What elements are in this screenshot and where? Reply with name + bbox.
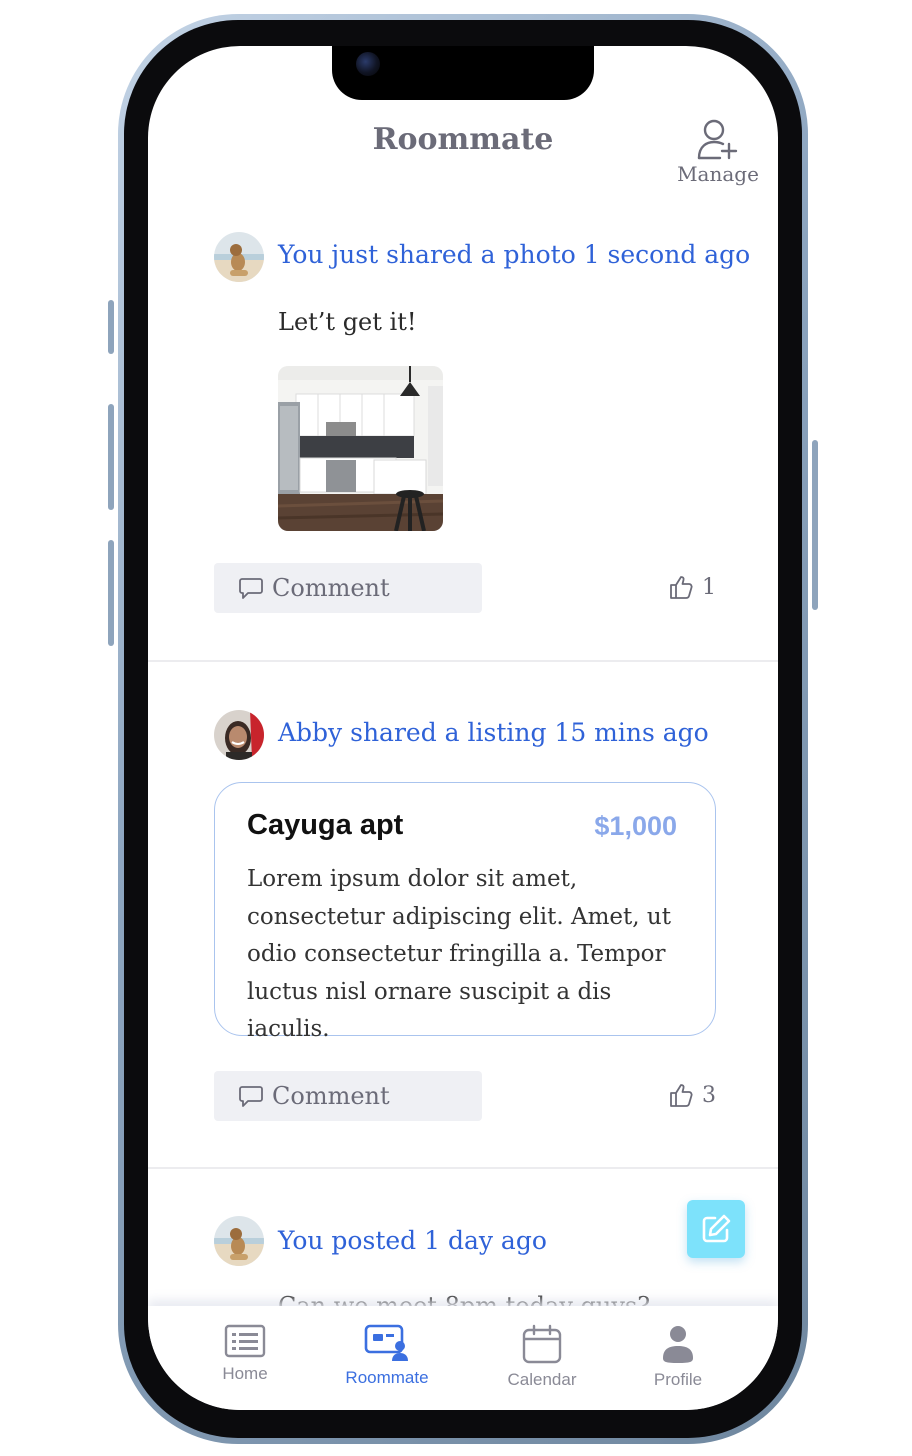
avatar-dog-photo-icon [214, 1216, 264, 1266]
roommate-icon [364, 1324, 408, 1361]
manage-button[interactable]: Manage [676, 118, 760, 186]
app-screen: Roommate Manage You just shared a photo … [148, 46, 778, 1410]
post-text: Let’t get it! [278, 308, 417, 336]
comment-button[interactable]: Comment [214, 563, 482, 613]
comment-label: Comment [272, 1082, 390, 1110]
post-headline[interactable]: You just shared a photo 1 second ago [278, 240, 750, 269]
divider [148, 660, 778, 662]
tab-calendar[interactable]: Calendar [482, 1324, 602, 1390]
mute-switch [108, 300, 114, 354]
divider [148, 1167, 778, 1169]
compose-button[interactable] [687, 1200, 745, 1258]
listing-price: $1,000 [594, 811, 677, 841]
profile-icon [663, 1326, 693, 1363]
list-icon [224, 1324, 266, 1358]
listing-title: Cayuga apt [247, 809, 404, 841]
power-button [812, 440, 818, 610]
manage-label: Manage [677, 162, 759, 186]
comment-icon [239, 578, 263, 599]
calendar-icon [522, 1324, 562, 1364]
avatar[interactable] [214, 232, 264, 282]
volume-down-button [108, 540, 114, 646]
like-button[interactable]: 1 [668, 574, 716, 600]
tab-profile[interactable]: Profile [618, 1324, 738, 1390]
tab-home[interactable]: Home [185, 1324, 305, 1384]
front-camera [356, 52, 380, 76]
like-count: 3 [702, 1082, 716, 1108]
tab-label: Calendar [507, 1370, 577, 1389]
avatar-woman-photo-icon [214, 710, 264, 760]
like-count: 1 [702, 574, 716, 600]
avatar-dog-photo-icon [214, 232, 264, 282]
shared-photo[interactable] [278, 366, 443, 531]
listing-card[interactable]: Cayuga apt $1,000 Lorem ipsum dolor sit … [214, 782, 716, 1042]
avatar[interactable] [214, 710, 264, 760]
kitchen-photo-icon [278, 366, 443, 531]
thumbs-up-icon [670, 576, 693, 599]
tab-label: Home [222, 1364, 268, 1383]
bottom-tab-bar: Home Roommate Calendar Profile [148, 1306, 778, 1410]
comment-button[interactable]: Comment [214, 1071, 482, 1121]
tab-label: Profile [653, 1370, 703, 1389]
add-user-icon [697, 119, 738, 160]
avatar[interactable] [214, 1216, 264, 1266]
post-headline[interactable]: Abby shared a listing 15 mins ago [278, 718, 709, 747]
like-button[interactable]: 3 [668, 1082, 716, 1108]
tab-label: Roommate [345, 1368, 429, 1387]
volume-up-button [108, 404, 114, 510]
listing-description: Lorem ipsum dolor sit amet, consectetur … [247, 866, 671, 1042]
comment-label: Comment [272, 574, 390, 602]
thumbs-up-icon [670, 1084, 693, 1107]
comment-icon [239, 1086, 263, 1107]
notch [332, 46, 594, 100]
tab-roommate[interactable]: Roommate [327, 1324, 447, 1388]
edit-icon [702, 1214, 731, 1243]
post-headline[interactable]: You posted 1 day ago [278, 1226, 547, 1255]
